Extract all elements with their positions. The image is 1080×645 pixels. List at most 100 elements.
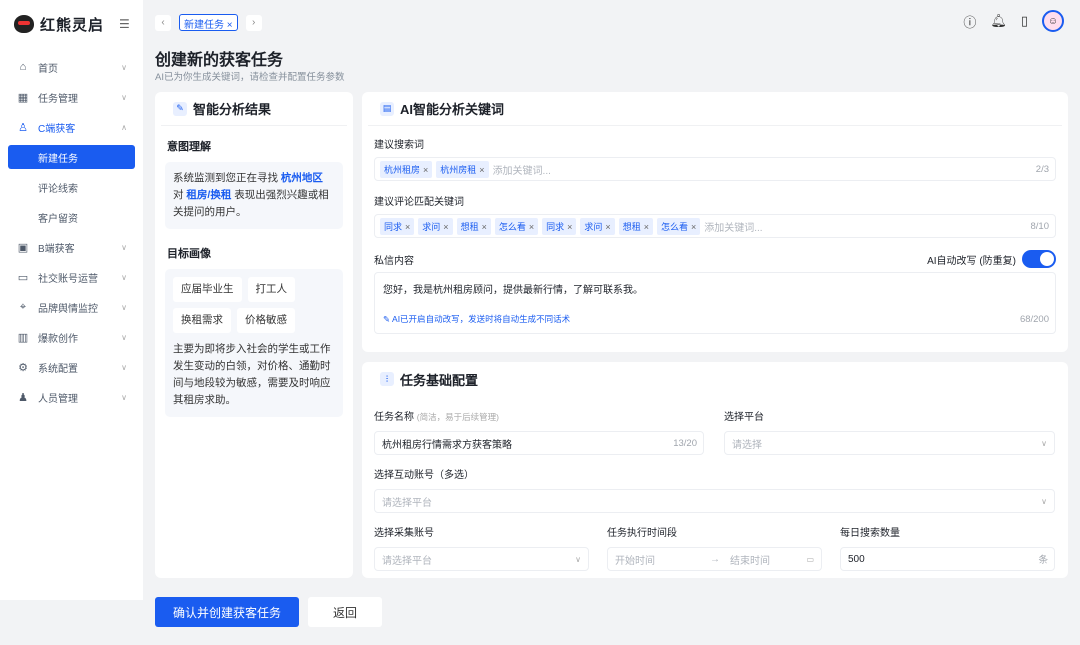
sidebar-sub-new-task[interactable]: 新建任务 xyxy=(8,145,135,169)
chevron-down-icon: ∨ xyxy=(121,93,127,102)
keyword-tag[interactable]: 同求× xyxy=(542,218,576,235)
close-icon[interactable]: × xyxy=(405,222,410,232)
keyword-tag[interactable]: 求问× xyxy=(418,218,452,235)
tab-bar: ‹ 新建任务 × › xyxy=(155,14,262,31)
magic-wand-icon: ✎ xyxy=(383,314,390,324)
confirm-create-button[interactable]: 确认并创建获客任务 xyxy=(155,597,299,627)
label: 首页 xyxy=(38,60,58,75)
label: C端获客 xyxy=(38,120,75,135)
chevron-down-icon: ∨ xyxy=(121,393,127,402)
interact-account-label: 选择互动账号（多选） xyxy=(374,466,1055,481)
start-time[interactable]: 开始时间 xyxy=(615,552,710,567)
avatar[interactable]: ☺ xyxy=(1042,10,1064,32)
collapse-sidebar-icon[interactable]: ☰ xyxy=(119,17,130,31)
back-button[interactable]: 返回 xyxy=(308,597,382,627)
counter: 68/200 xyxy=(1020,314,1049,325)
close-icon[interactable]: × xyxy=(479,165,484,175)
ai-rewrite-toggle[interactable] xyxy=(1022,250,1056,268)
sidebar-item-tasks[interactable]: ▦ 任务管理 ∨ xyxy=(0,82,143,112)
placeholder: 请选择平台 xyxy=(382,552,432,567)
user-add-icon: ♙ xyxy=(16,121,30,134)
sidebar-item-creation[interactable]: ▥爆款创作∨ xyxy=(0,322,143,352)
text: 对 xyxy=(173,189,184,201)
sidebar-item-brand-monitor[interactable]: ⌖品牌舆情监控∨ xyxy=(0,292,143,322)
tag-text: 想租 xyxy=(623,222,641,232)
daily-count-input[interactable]: 500条 xyxy=(840,547,1055,571)
close-icon[interactable]: × xyxy=(567,222,572,232)
keyword-tag[interactable]: 求问× xyxy=(580,218,614,235)
sidebar-item-settings[interactable]: ⚙系统配置∨ xyxy=(0,352,143,382)
tag-text: 怎么看 xyxy=(499,222,526,232)
keyword-tag[interactable]: 怎么看× xyxy=(495,218,538,235)
sidebar-sub-customer-info[interactable]: 客户留资 xyxy=(0,202,143,232)
placeholder: 请选择平台 xyxy=(382,494,432,509)
close-icon[interactable]: × xyxy=(529,222,534,232)
persona-tag: 打工人 xyxy=(248,277,296,302)
close-icon[interactable]: × xyxy=(443,222,448,232)
tag-text: 想租 xyxy=(461,222,479,232)
book-icon[interactable]: ▯ xyxy=(1021,13,1028,29)
tab-prev-button[interactable]: ‹ xyxy=(155,15,171,31)
chevron-down-icon: ∨ xyxy=(1041,439,1047,448)
bell-icon[interactable]: 🔔︎ xyxy=(990,13,1007,29)
sidebar-sub-comment-leads[interactable]: 评论线索 xyxy=(0,172,143,202)
sidebar-item-c-acquisition[interactable]: ♙C端获客∧ xyxy=(0,112,143,142)
close-icon[interactable]: × xyxy=(691,222,696,232)
calendar-icon: ▦ xyxy=(16,91,30,104)
chevron-down-icon: ∨ xyxy=(575,555,581,564)
tag-text: 怎么看 xyxy=(661,222,688,232)
keyword-tag[interactable]: 想租× xyxy=(619,218,653,235)
monitor-icon: ▭ xyxy=(16,271,30,284)
book-icon: ▥ xyxy=(16,331,30,344)
close-icon[interactable]: × xyxy=(605,222,610,232)
intent-box: 系统监测到您正在寻找 杭州地区对 租房/换租 表现出强烈兴趣或相关提问的用户。 xyxy=(165,162,343,229)
close-icon[interactable]: × xyxy=(644,222,649,232)
hint-text: AI已开启自动改写，发送时将自动生成不同话术 xyxy=(392,314,570,324)
task-name-hint: (简洁，易于后续管理) xyxy=(417,412,499,422)
collect-account-select[interactable]: 请选择平台 ∨ xyxy=(374,547,589,571)
end-time[interactable]: 结束时间 xyxy=(730,552,770,567)
tab-new-task[interactable]: 新建任务 × xyxy=(179,14,238,31)
tab-next-button[interactable]: › xyxy=(246,15,262,31)
close-icon[interactable]: × xyxy=(482,222,487,232)
counter: 2/3 xyxy=(1036,164,1049,175)
interact-account-select[interactable]: 请选择平台∨ xyxy=(374,489,1055,513)
time-range-label: 任务执行时间段 xyxy=(607,524,822,539)
placeholder: 添加关键词... xyxy=(704,219,762,234)
keyword-tag[interactable]: 怎么看× xyxy=(657,218,700,235)
sidebar-item-staff[interactable]: ♟人员管理∨ xyxy=(0,382,143,412)
rewrite-label: AI自动改写 (防重复) xyxy=(927,252,1016,267)
home-icon: ⌂ xyxy=(16,61,30,73)
tag-text: 杭州房租 xyxy=(440,165,476,175)
label: 爆款创作 xyxy=(38,330,78,345)
tag-text: 杭州租房 xyxy=(384,165,420,175)
close-icon[interactable]: × xyxy=(423,165,428,175)
persona-box: 应届毕业生 打工人 换租需求 价格敏感 主要为即将步入社会的学生或工作发生变动的… xyxy=(165,269,343,417)
sidebar-item-social[interactable]: ▭社交账号运营∨ xyxy=(0,262,143,292)
document-icon: ▤ xyxy=(380,102,394,116)
help-icon[interactable]: ⓘ xyxy=(963,12,976,31)
search-keywords-input[interactable]: 杭州租房× 杭州房租× 添加关键词... 2/3 xyxy=(374,157,1056,181)
users-icon: ♟ xyxy=(16,391,30,404)
label: 任务管理 xyxy=(38,90,78,105)
chevron-down-icon: ∨ xyxy=(121,273,127,282)
comment-keywords-input[interactable]: 同求×求问×想租×怎么看×同求×求问×想租×怎么看×添加关键词... 8/10 xyxy=(374,214,1056,238)
dm-textarea[interactable]: 您好，我是杭州租房顾问，提供最新行情，了解可联系我。 ✎ AI已开启自动改写，发… xyxy=(374,272,1056,334)
counter: 8/10 xyxy=(1031,221,1050,232)
close-icon[interactable]: × xyxy=(227,20,233,31)
sidebar-item-home[interactable]: ⌂首页∨ xyxy=(0,52,143,82)
collect-account-label: 选择采集账号 xyxy=(374,524,589,539)
daily-count-label: 每日搜索数量 xyxy=(840,524,1055,539)
platform-select[interactable]: 请选择∨ xyxy=(724,431,1055,455)
keyword-tag[interactable]: 同求× xyxy=(380,218,414,235)
keyword-tag[interactable]: 杭州租房× xyxy=(380,161,432,178)
persona-tag: 价格敏感 xyxy=(237,308,295,333)
tag-text: 求问 xyxy=(422,222,440,232)
time-range-picker[interactable]: 开始时间→结束时间▭ xyxy=(607,547,822,571)
persona-tag: 应届毕业生 xyxy=(173,277,242,302)
keyword-tag[interactable]: 想租× xyxy=(457,218,491,235)
task-name-input[interactable]: 杭州租房行情需求方获客策略13/20 xyxy=(374,431,704,455)
keyword-tag[interactable]: 杭州房租× xyxy=(436,161,488,178)
sidebar-item-b-acquisition[interactable]: ▣B端获客∨ xyxy=(0,232,143,262)
page-subtitle: AI已为你生成关键词，请检查并配置任务参数 xyxy=(155,69,344,83)
